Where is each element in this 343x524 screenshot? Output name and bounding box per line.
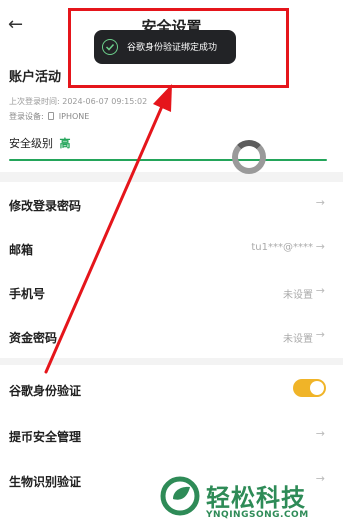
security-settings-page: ← 安全设置 账户活动 上次登录时间: 2024-06-07 09:15:02 … xyxy=(0,0,343,524)
watermark-logo xyxy=(160,476,200,516)
success-toast: 谷歌身份验证绑定成功 xyxy=(94,30,236,64)
toast-message: 谷歌身份验证绑定成功 xyxy=(127,43,218,53)
watermark-text: 轻松科技 xyxy=(206,484,306,512)
watermark-domain: YNQINGSONG.COM xyxy=(206,510,309,520)
check-circle-icon xyxy=(102,39,118,55)
watermark: 轻松科技 YNQINGSONG.COM xyxy=(158,476,343,524)
